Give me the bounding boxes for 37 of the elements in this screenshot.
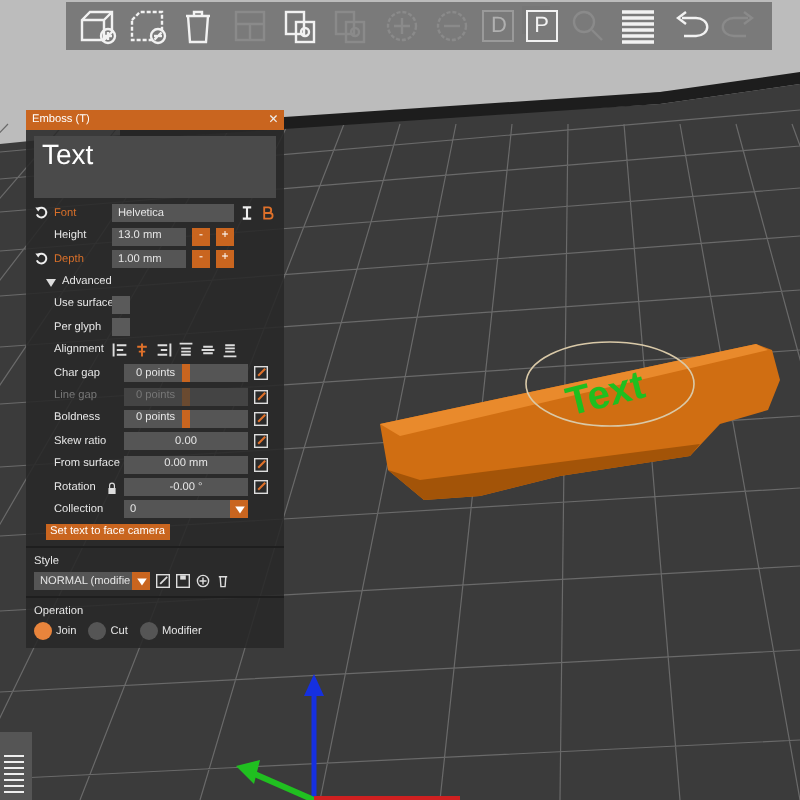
- dropdown-arrow-icon: [233, 503, 245, 516]
- align-top-icon[interactable]: [178, 342, 194, 359]
- align-bottom-icon[interactable]: [222, 342, 238, 359]
- radio-button[interactable]: [34, 622, 52, 641]
- save-icon[interactable]: [176, 574, 190, 589]
- close-button[interactable]: ×: [268, 112, 278, 128]
- layers-icon[interactable]: [618, 6, 659, 46]
- checkbox[interactable]: [112, 318, 130, 337]
- italic-icon[interactable]: [240, 206, 254, 221]
- align-middle-icon[interactable]: [200, 342, 216, 359]
- letter-tool-button[interactable]: P: [525, 10, 558, 42]
- add-box-icon[interactable]: [77, 6, 118, 46]
- dropdown-arrow-icon: [135, 575, 147, 588]
- align-right-icon[interactable]: [156, 342, 172, 359]
- add-circle-icon[interactable]: [196, 574, 210, 589]
- reset-icon[interactable]: [34, 206, 48, 221]
- 3d-model[interactable]: [380, 344, 780, 500]
- caret-icon[interactable]: [46, 277, 56, 288]
- align-center-icon[interactable]: [134, 342, 150, 359]
- remove-box-icon[interactable]: [128, 6, 169, 46]
- slider-thumb[interactable]: [182, 409, 190, 428]
- rotation-ring[interactable]: [525, 341, 695, 427]
- bold-icon[interactable]: [260, 206, 274, 221]
- edit-icon[interactable]: [254, 411, 268, 426]
- text-input[interactable]: Text: [34, 136, 276, 198]
- align-left-icon[interactable]: [112, 342, 128, 359]
- model-text: Text: [561, 363, 650, 426]
- radio-button[interactable]: [88, 622, 107, 641]
- copy-icon[interactable]: [280, 6, 321, 46]
- checkbox[interactable]: [112, 295, 130, 314]
- layers-stack-icon[interactable]: [0, 732, 32, 800]
- edit-icon[interactable]: [254, 434, 268, 449]
- lock-icon[interactable]: [106, 481, 118, 494]
- slider-thumb[interactable]: [182, 364, 190, 383]
- reset-icon[interactable]: [34, 252, 48, 267]
- radio-button[interactable]: [139, 622, 158, 641]
- trash-icon[interactable]: [216, 574, 230, 589]
